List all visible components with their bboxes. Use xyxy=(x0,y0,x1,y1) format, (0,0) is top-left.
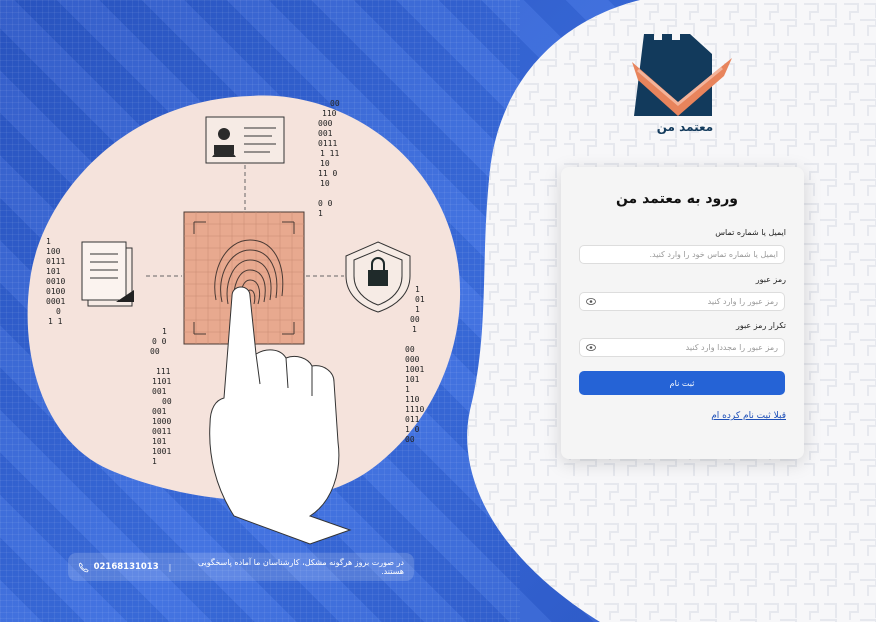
brand-name: معتمد من xyxy=(656,120,714,134)
svg-text:101: 101 xyxy=(405,375,420,384)
svg-text:001: 001 xyxy=(152,407,167,416)
svg-text:00: 00 xyxy=(162,397,172,406)
svg-text:0111: 0111 xyxy=(318,139,337,148)
email-label: ایمیل یا شماره تماس xyxy=(715,228,786,237)
eye-icon[interactable] xyxy=(586,298,596,305)
svg-text:011: 011 xyxy=(405,415,420,424)
svg-text:0100: 0100 xyxy=(46,287,65,296)
svg-text:11 0: 11 0 xyxy=(318,169,337,178)
svg-text:001: 001 xyxy=(152,387,167,396)
already-registered-link[interactable]: قبلا ثبت نام کرده ام xyxy=(711,411,786,421)
signup-button[interactable]: ثبت نام xyxy=(579,371,785,395)
signup-card: ورود به معتمد من ایمیل یا شماره تماس ایم… xyxy=(561,167,804,459)
email-field[interactable]: ایمیل یا شماره تماس خود را وارد کنید. xyxy=(579,245,785,264)
svg-text:0 0: 0 0 xyxy=(152,337,167,346)
support-phone[interactable]: 02168131013 xyxy=(94,562,159,572)
svg-text:101: 101 xyxy=(152,437,167,446)
password-label: رمز عبور xyxy=(755,275,786,284)
svg-text:0: 0 xyxy=(56,307,61,316)
svg-text:1101: 1101 xyxy=(152,377,171,386)
svg-text:1110: 1110 xyxy=(405,405,424,414)
confirm-password-field[interactable]: رمز عبور را مجددا وارد کنید xyxy=(579,338,785,357)
svg-text:1 1: 1 1 xyxy=(48,317,63,326)
svg-text:000: 000 xyxy=(405,355,420,364)
svg-text:111: 111 xyxy=(156,367,171,376)
svg-text:110: 110 xyxy=(322,109,337,118)
support-bar: در صورت بروز هرگونه مشکل، کارشناسان ما آ… xyxy=(68,553,414,581)
password-field[interactable]: رمز عبور را وارد کنید xyxy=(579,292,785,311)
svg-text:100: 100 xyxy=(46,247,61,256)
fingerprint-illustration: 00110 000001 01111 11 1011 0 100 0 1 110… xyxy=(27,95,461,545)
svg-text:1: 1 xyxy=(318,209,323,218)
svg-text:001: 001 xyxy=(318,129,333,138)
svg-text:00: 00 xyxy=(405,345,415,354)
svg-text:110: 110 xyxy=(405,395,420,404)
svg-text:10: 10 xyxy=(320,179,330,188)
svg-text:1: 1 xyxy=(46,237,51,246)
svg-text:00: 00 xyxy=(405,435,415,444)
svg-text:1: 1 xyxy=(415,285,420,294)
svg-text:0 0: 0 0 xyxy=(318,199,333,208)
svg-text:1000: 1000 xyxy=(152,417,171,426)
svg-text:1: 1 xyxy=(415,305,420,314)
svg-text:10: 10 xyxy=(320,159,330,168)
separator: | xyxy=(168,562,172,572)
svg-text:1 0: 1 0 xyxy=(405,425,420,434)
svg-text:0010: 0010 xyxy=(46,277,65,286)
svg-text:1: 1 xyxy=(162,327,167,336)
svg-text:00: 00 xyxy=(150,347,160,356)
svg-text:1001: 1001 xyxy=(405,365,424,374)
svg-text:0001: 0001 xyxy=(46,297,65,306)
card-title: ورود به معتمد من xyxy=(615,191,738,207)
password-placeholder: رمز عبور را وارد کنید xyxy=(707,297,778,306)
eye-icon[interactable] xyxy=(586,344,596,351)
svg-text:1: 1 xyxy=(412,325,417,334)
document-icon xyxy=(81,241,134,307)
email-placeholder: ایمیل یا شماره تماس خود را وارد کنید. xyxy=(649,250,778,259)
svg-text:01: 01 xyxy=(415,295,425,304)
svg-text:1: 1 xyxy=(405,385,410,394)
svg-text:101: 101 xyxy=(46,267,61,276)
svg-text:0011: 0011 xyxy=(152,427,171,436)
svg-text:00: 00 xyxy=(410,315,420,324)
support-text: در صورت بروز هرگونه مشکل، کارشناسان ما آ… xyxy=(197,558,404,576)
svg-text:0111: 0111 xyxy=(46,257,65,266)
svg-text:000: 000 xyxy=(318,119,333,128)
confirm-password-placeholder: رمز عبور را مجددا وارد کنید xyxy=(685,343,778,352)
id-card-icon xyxy=(205,116,285,164)
svg-text:00: 00 xyxy=(330,99,340,108)
phone-icon xyxy=(78,562,89,572)
svg-text:1 11: 1 11 xyxy=(320,149,339,158)
confirm-password-label: تکرار رمز عبور xyxy=(736,321,786,330)
svg-text:1001: 1001 xyxy=(152,447,171,456)
svg-text:1: 1 xyxy=(152,457,157,466)
